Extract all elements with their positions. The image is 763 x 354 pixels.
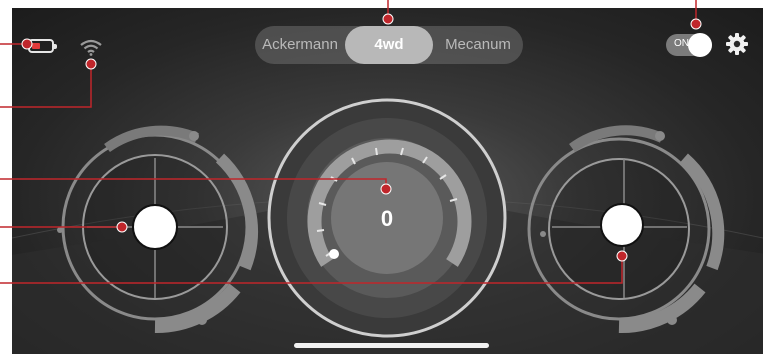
right-joystick[interactable] (527, 125, 725, 334)
home-indicator (294, 343, 489, 348)
controls-layer: 0 (57, 98, 725, 338)
app-screen: Ackermann 4wd Mecanum ON 0 (12, 8, 763, 354)
speed-value: 0 (381, 206, 393, 231)
speedometer: 0 (267, 98, 507, 338)
left-joystick[interactable] (57, 125, 258, 334)
